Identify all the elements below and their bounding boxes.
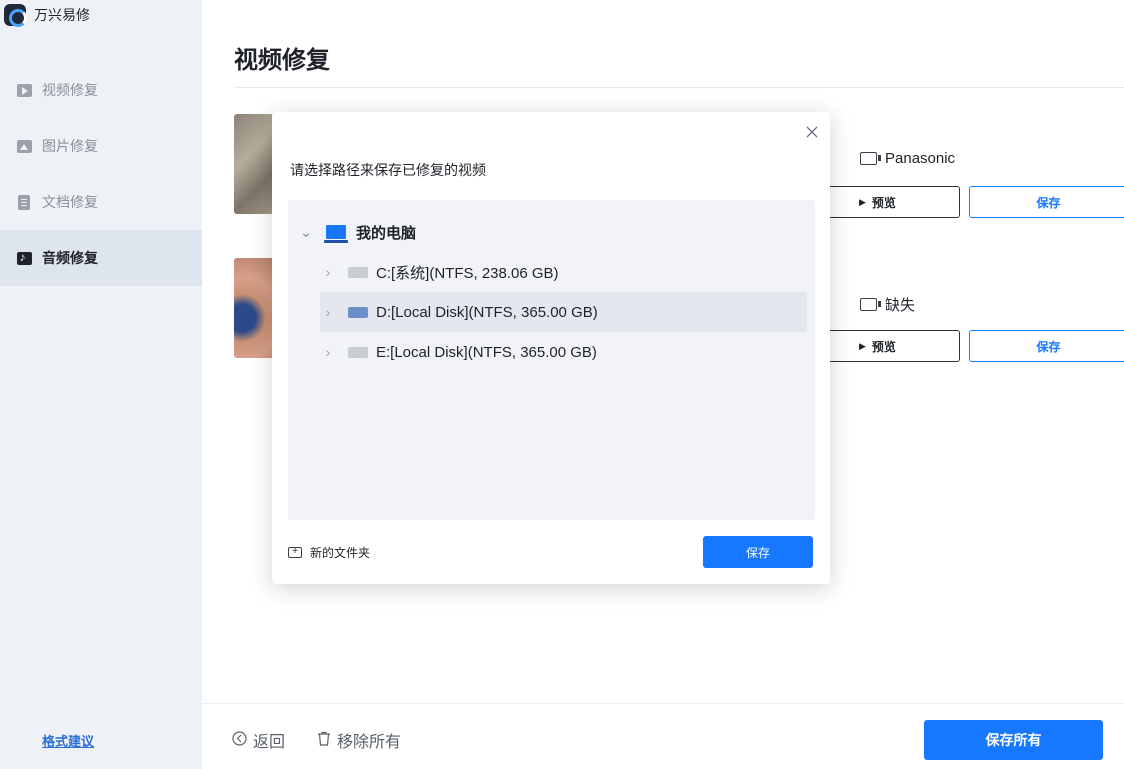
play-icon: ▶ [859, 340, 866, 351]
camera-icon [860, 298, 881, 311]
dialog-title: 请选择路径来保存已修复的视频 [290, 162, 486, 178]
sidebar-item-document-repair[interactable]: 文档修复 [0, 174, 202, 230]
new-folder-button[interactable]: + 新的文件夹 [288, 544, 370, 561]
remove-all-button[interactable]: 移除所有 [317, 728, 401, 752]
format-suggestion-link[interactable]: 格式建议 [42, 731, 94, 750]
app-header: 万兴易修 [4, 4, 90, 27]
video-thumbnail[interactable] [234, 258, 274, 358]
footer-bar: 返回 移除所有 保存所有 [202, 703, 1124, 769]
app-title: 万兴易修 [34, 7, 90, 23]
audio-icon [16, 250, 32, 266]
chevron-right-icon[interactable]: › [320, 344, 336, 360]
preview-label: 预览 [871, 339, 896, 354]
computer-icon [324, 225, 348, 243]
remove-all-label: 移除所有 [337, 734, 402, 751]
trash-icon [317, 731, 331, 750]
play-icon: ▶ [859, 196, 866, 207]
device-name: 缺失 [885, 297, 916, 314]
app-logo-icon [4, 4, 27, 27]
video-icon [16, 82, 32, 98]
preview-button[interactable]: ▶ 预览 [828, 186, 960, 218]
folder-tree: ⌄ 我的电脑 › C:[系统](NTFS, 238.06 GB) › D:[Lo… [288, 200, 815, 520]
dialog-save-button[interactable]: 保存 [703, 536, 813, 568]
save-button[interactable]: 保存 [969, 186, 1124, 218]
close-icon[interactable] [802, 122, 822, 142]
tree-root-label: 我的电脑 [356, 224, 417, 242]
new-folder-icon: + [288, 547, 302, 558]
sidebar-item-audio-repair[interactable]: 音频修复 [0, 230, 202, 286]
back-button[interactable]: 返回 [232, 728, 285, 752]
drive-icon [348, 306, 368, 318]
chevron-right-icon[interactable]: › [320, 264, 336, 280]
drive-label: E:[Local Disk](NTFS, 365.00 GB) [376, 343, 597, 361]
device-info: Panasonic [860, 150, 955, 167]
save-button[interactable]: 保存 [969, 330, 1124, 362]
sidebar: 万兴易修 视频修复 图片修复 文档修复 音频修复 格式建议 [0, 0, 202, 769]
back-icon [232, 730, 247, 750]
page-title: 视频修复 [234, 47, 330, 74]
video-thumbnail[interactable] [234, 114, 274, 214]
preview-button[interactable]: ▶ 预览 [828, 330, 960, 362]
sidebar-item-label: 文档修复 [42, 194, 98, 210]
drive-label: D:[Local Disk](NTFS, 365.00 GB) [376, 303, 598, 321]
sidebar-item-image-repair[interactable]: 图片修复 [0, 118, 202, 174]
chevron-right-icon[interactable]: › [320, 304, 336, 320]
drive-icon [348, 266, 368, 278]
sidebar-item-label: 音频修复 [42, 250, 98, 266]
sidebar-item-video-repair[interactable]: 视频修复 [0, 62, 202, 118]
chevron-down-icon[interactable]: ⌄ [298, 224, 314, 241]
device-info: 缺失 [860, 294, 915, 315]
tree-item-drive-d[interactable]: › D:[Local Disk](NTFS, 365.00 GB) [320, 292, 807, 332]
drive-icon [348, 346, 368, 358]
sidebar-item-label: 图片修复 [42, 138, 98, 154]
camera-icon [860, 152, 881, 165]
tree-item-drive-c[interactable]: › C:[系统](NTFS, 238.06 GB) [320, 252, 807, 292]
save-all-button[interactable]: 保存所有 [924, 720, 1103, 760]
tree-item-drive-e[interactable]: › E:[Local Disk](NTFS, 365.00 GB) [320, 332, 807, 372]
sidebar-item-label: 视频修复 [42, 82, 98, 98]
image-icon [16, 138, 32, 154]
divider [234, 87, 1124, 88]
document-icon [16, 194, 32, 210]
sidebar-nav: 视频修复 图片修复 文档修复 音频修复 [0, 62, 202, 286]
preview-label: 预览 [871, 195, 896, 210]
drive-label: C:[系统](NTFS, 238.06 GB) [376, 264, 559, 282]
tree-root-my-computer[interactable]: ⌄ 我的电脑 [298, 212, 416, 252]
device-name: Panasonic [885, 150, 956, 167]
save-path-dialog: 请选择路径来保存已修复的视频 ⌄ 我的电脑 › C:[系统](NTFS, 238… [272, 112, 830, 584]
new-folder-label: 新的文件夹 [310, 546, 371, 560]
back-label: 返回 [253, 734, 286, 751]
